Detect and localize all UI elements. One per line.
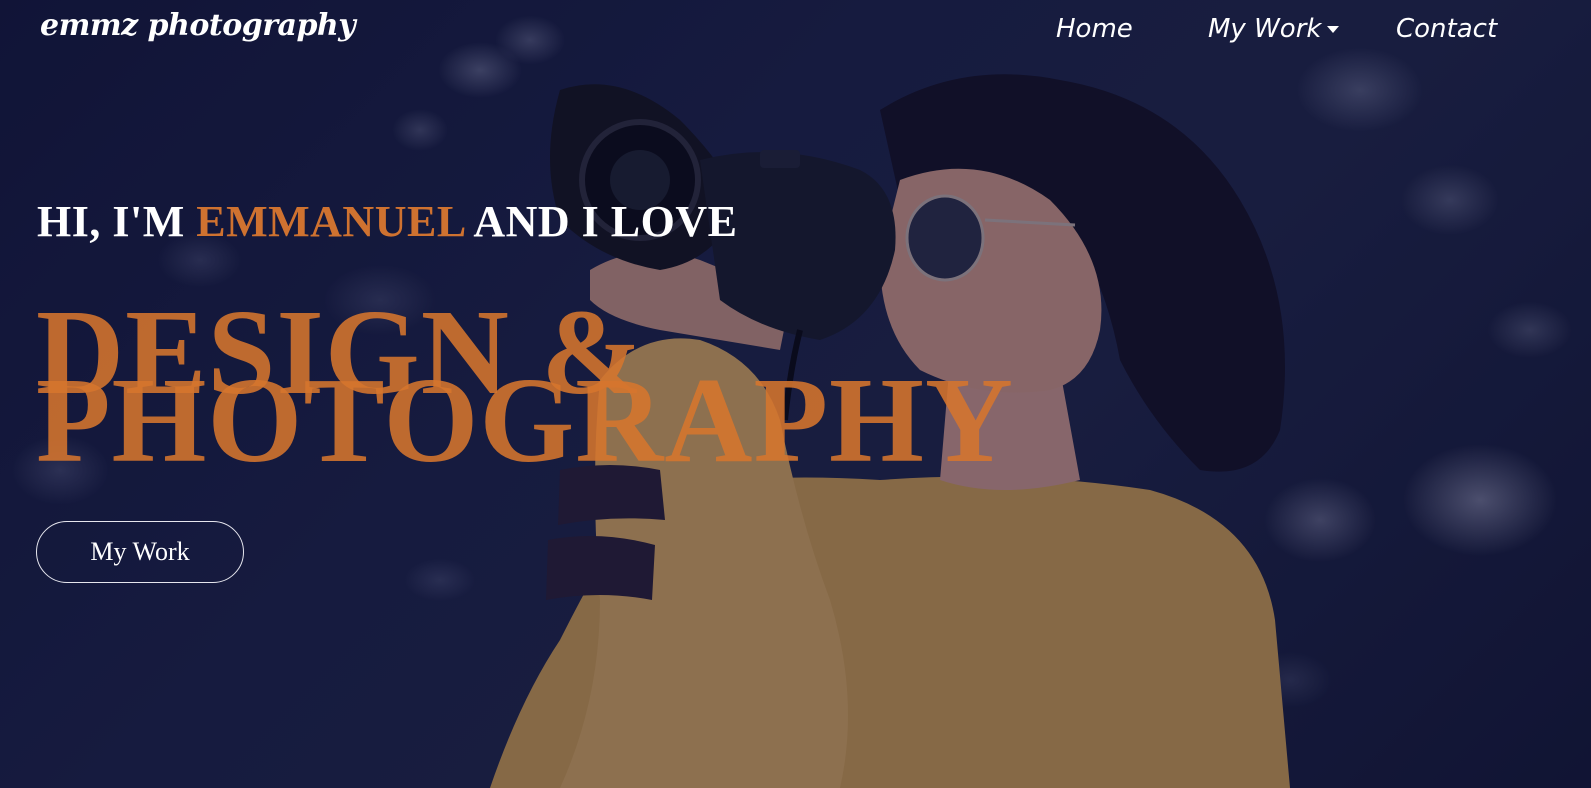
hero-section: emmz photography Home My Work Contact HI… <box>0 0 1591 788</box>
brand-logo[interactable]: emmz photography <box>40 8 356 43</box>
nav-link-home[interactable]: Home <box>1056 14 1133 44</box>
nav-link-my-work[interactable]: My Work <box>1208 14 1340 44</box>
caret-down-icon <box>1327 26 1340 33</box>
top-navbar: emmz photography Home My Work Contact <box>0 0 1591 66</box>
intro-name: EMMANUEL <box>196 197 465 246</box>
intro-prefix: HI, I'M <box>37 197 185 246</box>
my-work-button[interactable]: My Work <box>36 521 244 583</box>
intro-suffix: AND I LOVE <box>473 197 738 246</box>
nav-link-contact[interactable]: Contact <box>1396 14 1497 44</box>
hero-intro: HI, I'M EMMANUEL AND I LOVE <box>37 196 737 247</box>
headline-line-2: PHOTOGRAPHY <box>36 353 1015 488</box>
nav-link-my-work-label: My Work <box>1208 14 1322 44</box>
